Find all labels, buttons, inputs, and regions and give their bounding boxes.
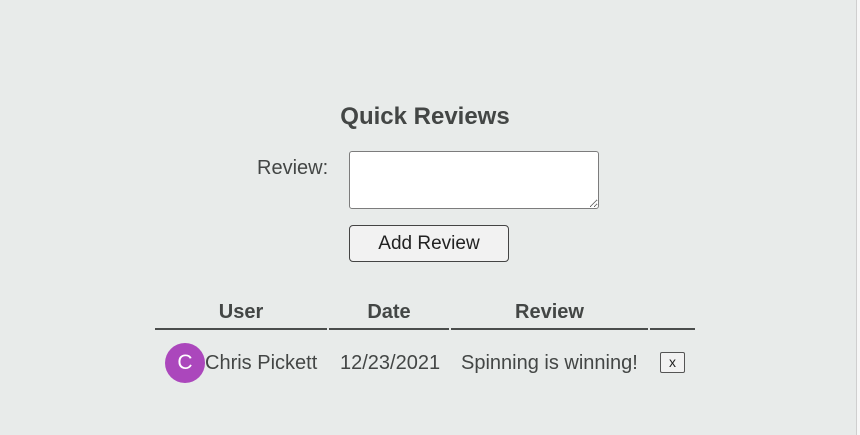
column-header-review: Review bbox=[451, 296, 648, 330]
column-header-actions bbox=[650, 296, 695, 330]
user-name-cell: Chris Pickett bbox=[205, 352, 318, 374]
column-header-date: Date bbox=[329, 296, 449, 330]
vertical-scrollbar[interactable] bbox=[856, 0, 860, 435]
page: { "page": { "title": "Quick Reviews" }, … bbox=[0, 0, 860, 435]
add-review-button[interactable]: Add Review bbox=[349, 225, 509, 262]
page-title: Quick Reviews bbox=[340, 103, 510, 130]
review-label: Review: bbox=[257, 157, 329, 179]
column-header-user: User bbox=[155, 296, 327, 330]
review-textarea[interactable] bbox=[349, 151, 599, 209]
date-cell: 12/23/2021 bbox=[340, 352, 441, 374]
table-row: C Chris Pickett 12/23/2021 Spinning is w… bbox=[155, 342, 695, 384]
review-cell: Spinning is winning! bbox=[461, 352, 638, 374]
avatar: C bbox=[165, 343, 205, 383]
delete-review-button[interactable]: x bbox=[660, 352, 685, 373]
